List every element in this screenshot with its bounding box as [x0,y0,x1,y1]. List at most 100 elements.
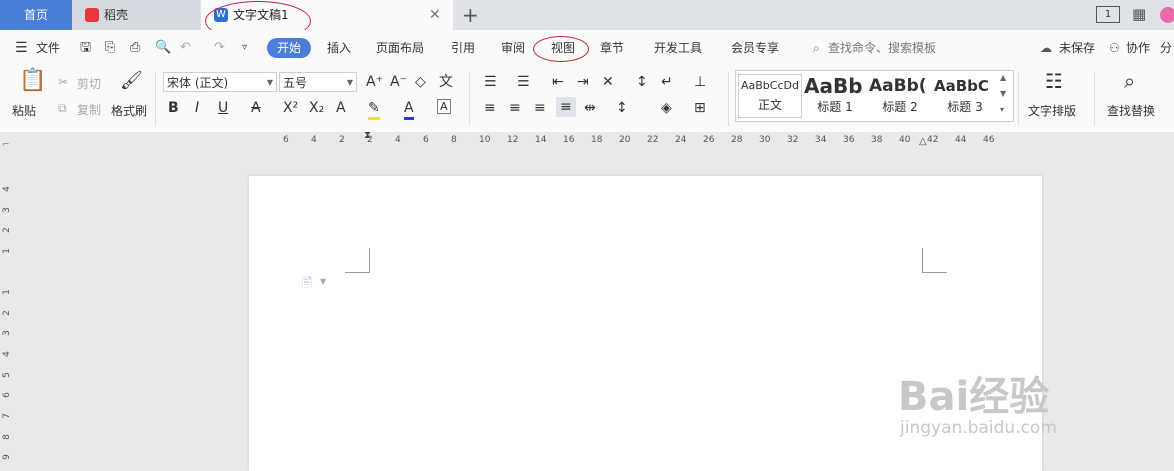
borders-icon[interactable]: ⊞ [694,99,706,117]
tab-home[interactable]: 首页 [0,0,72,30]
tab-stops-icon[interactable]: ⊥ [694,73,706,91]
text-layout-button[interactable]: 文字排版 [1028,102,1076,119]
char-border-icon[interactable]: A [437,99,451,114]
line-spacing-icon[interactable]: ↕ [616,99,628,117]
tab-chapter[interactable]: 章节 [600,30,624,66]
shrink-font-icon[interactable]: A⁻ [390,73,407,91]
font-color-icon[interactable]: A [404,99,414,120]
paste-button[interactable]: 粘贴 [12,102,36,119]
justify-icon[interactable]: ≡ [556,97,576,117]
paragraph-options-icon[interactable]: 🗎 [302,274,312,296]
undo-icon[interactable]: ↶ [180,30,191,66]
align-center-icon[interactable]: ≡ [509,99,521,117]
phonetic-guide-icon[interactable]: 文 [439,73,453,91]
ruler-tick-label: 38 [871,135,883,145]
ruler-tick-label: 8 [1,433,12,440]
tab-references[interactable]: 引用 [451,30,475,66]
tab-start[interactable]: 开始 [267,38,312,58]
ruler-tick-label: 1 [1,248,12,254]
style-heading2-preview: AaBb( [869,76,927,96]
text-effect-icon[interactable]: A [336,99,346,117]
print-icon[interactable]: ⎙ [130,30,140,66]
style-heading1[interactable]: AaBb 标题 1 [804,74,866,116]
font-size-select[interactable]: 五号 ▼ [279,72,357,92]
chevron-down-icon: ▼ [320,277,327,286]
superscript-icon[interactable]: X² [283,99,298,117]
menu-icon[interactable]: ☰ [15,30,28,66]
grow-font-icon[interactable]: A⁺ [366,73,383,91]
grid-apps-icon[interactable]: ▦ [1132,5,1146,23]
collab-button[interactable]: 协作 [1126,30,1150,66]
right-indent-marker-icon[interactable]: △ [919,136,927,147]
tab-daoke[interactable]: 稻壳 [72,0,200,30]
text-direction-icon[interactable]: ✕ [602,73,614,91]
avatar[interactable] [1160,7,1174,23]
ruler-corner-icon: ⌐ [2,140,10,150]
export-icon[interactable]: ⎘ [105,30,115,66]
bold-icon[interactable]: B [168,99,179,117]
clear-format-icon[interactable]: ◇ [415,73,426,91]
subscript-icon[interactable]: X₂ [309,99,324,117]
print-preview-icon[interactable]: 🔍 [155,30,171,66]
expand-gallery-icon[interactable]: ▾ [1000,105,1004,114]
style-heading3[interactable]: AaBbC 标题 3 [934,74,996,116]
numbered-list-icon[interactable]: ☰ [517,73,530,91]
tab-membership[interactable]: 会员专享 [731,30,779,66]
close-tab-icon[interactable]: ✕ [429,0,441,30]
tab-insert[interactable]: 插入 [327,30,351,66]
copy-icon: ⧉ [58,101,67,115]
share-button[interactable]: 分 [1160,30,1172,66]
format-painter-button[interactable]: 格式刷 [111,102,147,119]
distributed-align-icon[interactable]: ⇹ [584,99,596,117]
indent-marker-icon[interactable]: ⧗ [364,130,371,141]
find-replace-button[interactable]: 查找替换 [1107,102,1155,119]
tab-review[interactable]: 审阅 [501,30,525,66]
save-icon[interactable]: 🖫 [80,30,91,66]
divider [728,72,729,126]
command-search-input[interactable]: 查找命令、搜索模板 [828,30,936,66]
copy-button[interactable]: 复制 [77,101,101,118]
new-tab-icon[interactable]: + [462,3,479,27]
menu-file[interactable]: 文件 [36,30,60,66]
shading-icon[interactable]: ◈ [661,99,672,117]
align-right-icon[interactable]: ≡ [534,99,546,117]
ruler-tick-label: 40 [899,135,911,145]
align-left-icon[interactable]: ≡ [484,99,496,117]
text-layout-icon[interactable]: ☷ [1045,71,1063,91]
format-painter-icon[interactable]: 🖌 [120,72,143,90]
highlight-icon[interactable]: ✎ [368,99,380,120]
scroll-up-icon[interactable]: ▲ [1000,73,1006,82]
tab-page-layout[interactable]: 页面布局 [376,30,424,66]
ruler-tick-label: 9 [1,454,12,461]
ruler-tick-label: 20 [619,135,631,145]
quick-access-dropdown-icon[interactable]: ▿ [242,30,247,66]
ruler-tick-label: 36 [843,135,855,145]
sort-icon[interactable]: ↕ [636,73,648,91]
search-icon: ⌕ [813,41,820,55]
underline-icon[interactable]: U [218,99,228,117]
baidu-jingyan-logo: Bai经验 [898,374,1050,420]
decrease-indent-icon[interactable]: ⇤ [552,73,564,91]
scroll-down-icon[interactable]: ▼ [1000,89,1006,98]
style-normal[interactable]: AaBbCcDd 正文 [738,74,802,118]
paste-icon[interactable]: 📋 [19,70,46,92]
font-name-select[interactable]: 宋体 (正文) ▼ [163,72,277,92]
find-replace-icon[interactable]: ⌕ [1124,71,1135,91]
horizontal-ruler[interactable]: 6 4 2 2 4 6 8 10 12 14 16 18 20 22 24 26 28 30 32 34 36 38 40 4… [0,132,1174,150]
show-marks-icon[interactable]: ↵ [661,73,673,91]
increase-indent-icon[interactable]: ⇥ [577,73,589,91]
unsaved-status[interactable]: 未保存 [1059,30,1095,66]
italic-icon[interactable]: I [195,99,199,117]
cut-button[interactable]: 剪切 [77,75,101,92]
margin-corner-top-right [922,248,947,273]
font-name-value: 宋体 (正文) [167,76,229,90]
style-heading2[interactable]: AaBb( 标题 2 [869,74,931,116]
window-layout-icon[interactable]: 1 [1096,6,1120,23]
ruler-tick-label: 12 [507,135,519,145]
bullet-list-icon[interactable]: ☰ [484,73,497,91]
tab-developer-tools[interactable]: 开发工具 [654,30,702,66]
vertical-ruler[interactable]: 4 3 2 1 1 2 3 4 5 6 7 8 9 [0,150,16,471]
redo-icon[interactable]: ↷ [214,30,225,66]
ruler-tick-label: 14 [535,135,547,145]
strikethrough-icon[interactable]: A [251,99,261,117]
